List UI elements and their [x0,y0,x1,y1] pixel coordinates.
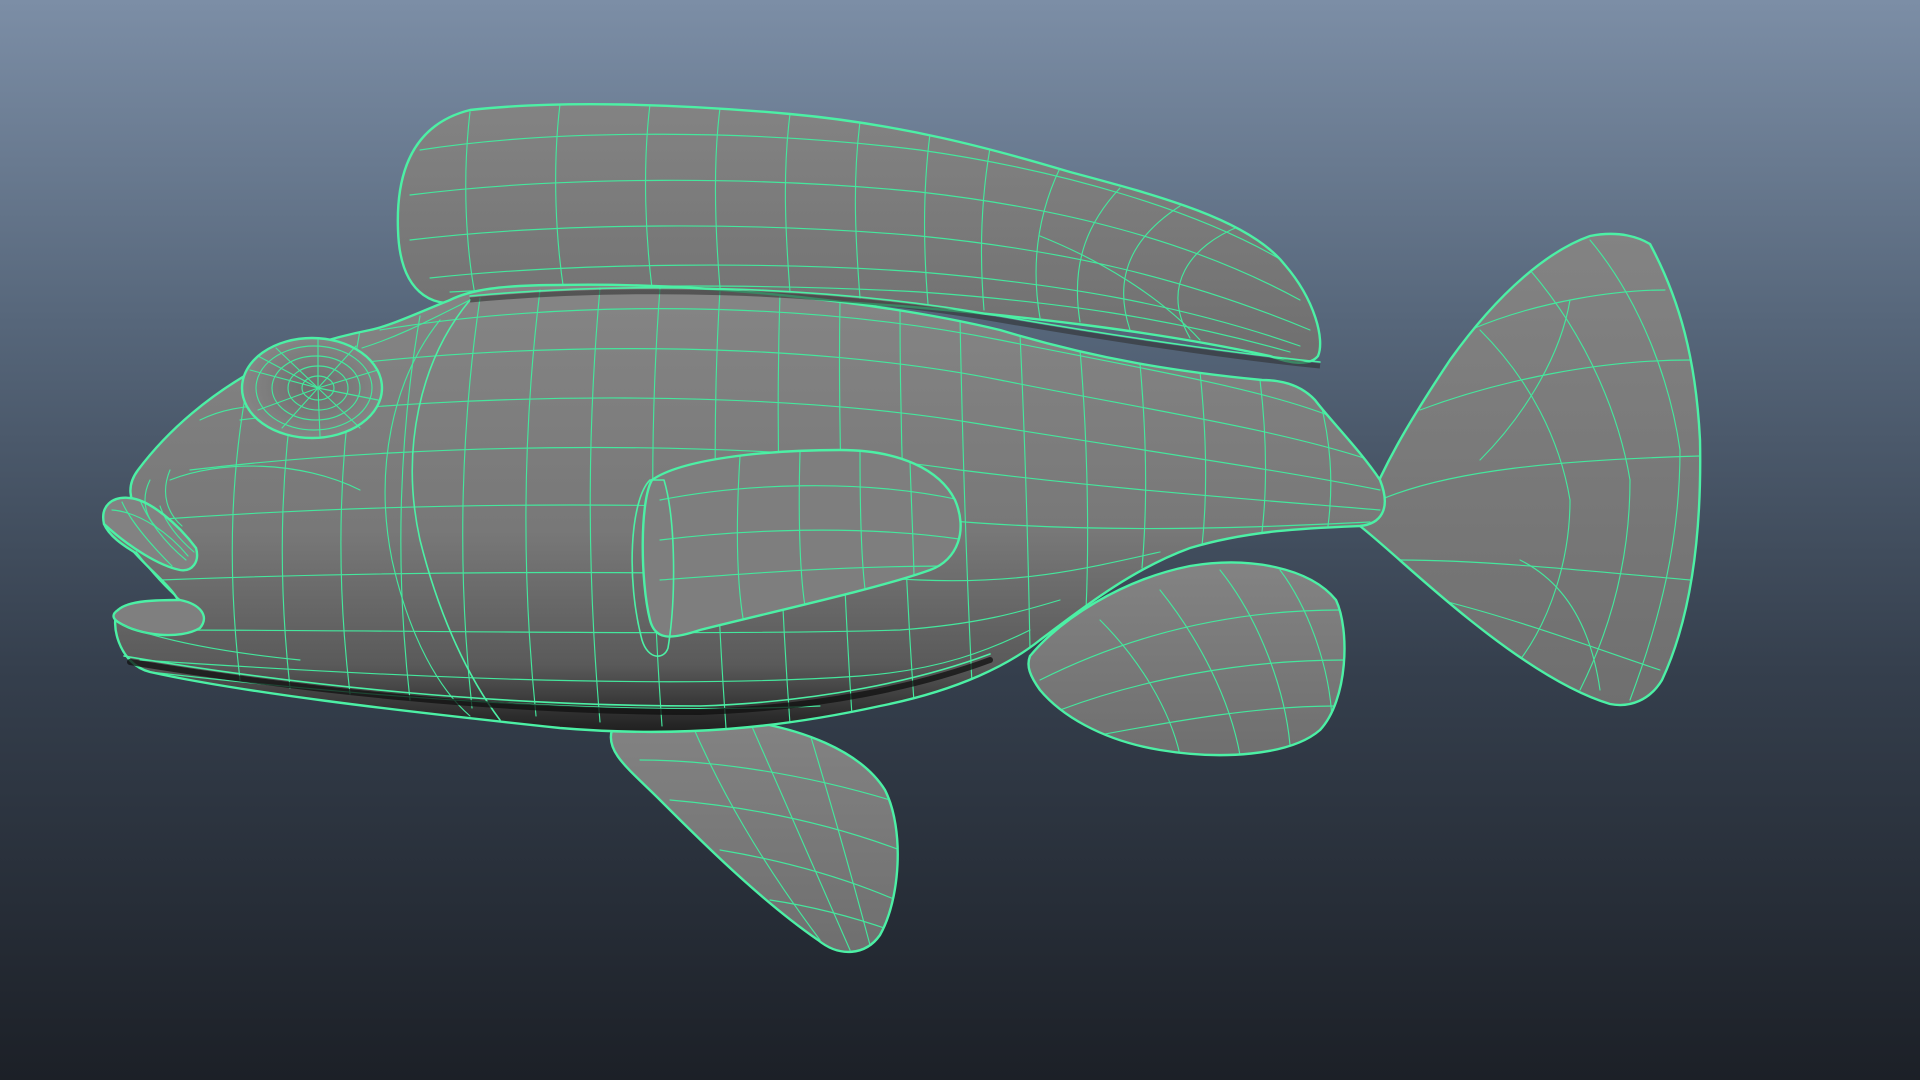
viewport-scene[interactable] [0,0,1920,1080]
pelvic-fin-surface [610,715,898,952]
3d-viewport[interactable] [0,0,1920,1080]
tail-fin-surface [1360,233,1701,705]
tail-fin[interactable] [1358,232,1702,707]
pelvic-fin[interactable] [609,713,900,954]
